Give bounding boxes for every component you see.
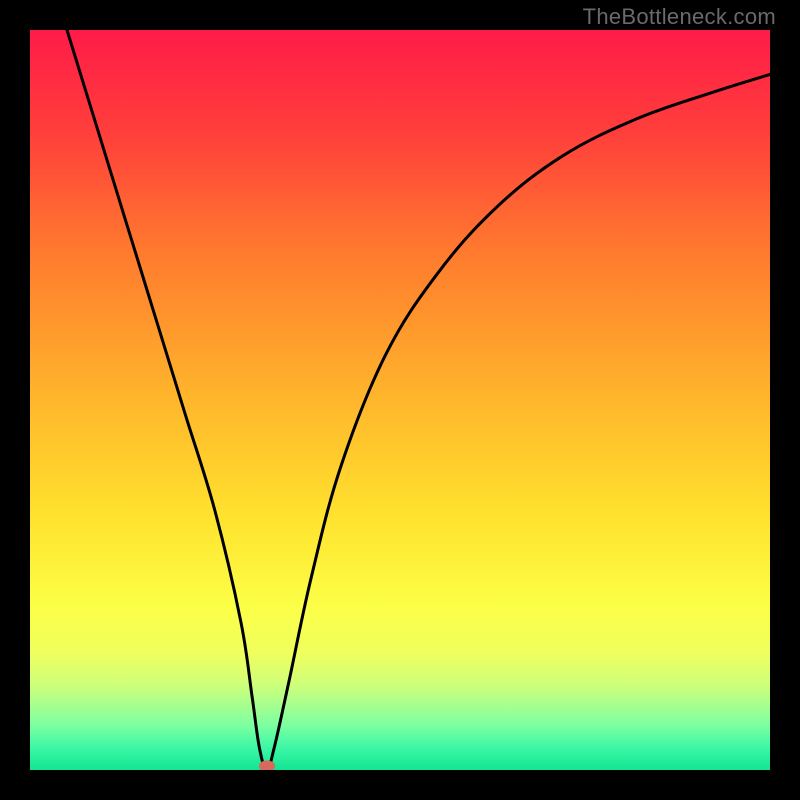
watermark: TheBottleneck.com [583,4,776,30]
bottleneck-curve [30,30,770,770]
plot-area [30,30,770,770]
optimum-marker-icon [259,761,275,770]
curve-path [67,30,770,770]
chart-frame: TheBottleneck.com [0,0,800,800]
